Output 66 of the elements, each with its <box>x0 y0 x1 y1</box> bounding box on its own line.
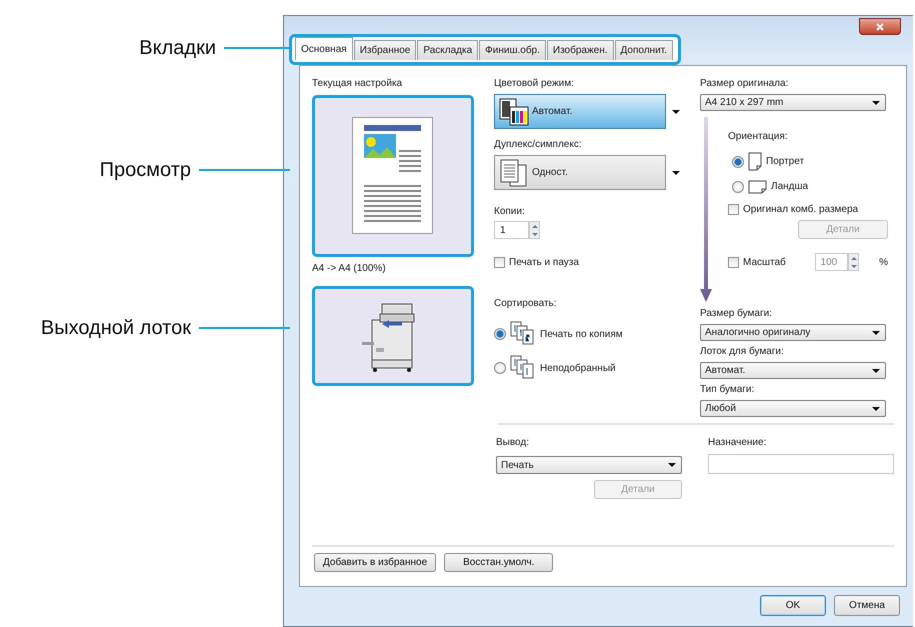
field-label: Размер бумаги: <box>700 307 773 321</box>
dialog-button[interactable]: Отмена <box>834 595 900 616</box>
collated-pages-icon <box>510 321 536 347</box>
radio-label: Печать по копиям <box>540 328 623 342</box>
output-dropdown[interactable]: Печать <box>496 456 682 474</box>
checkbox-label: Оригинал комб. размера <box>743 203 858 217</box>
radio-label: Ландша <box>771 180 808 194</box>
caret-icon <box>872 406 880 410</box>
paper-dropdown[interactable]: Любой <box>700 400 886 417</box>
close-button[interactable] <box>859 18 901 35</box>
callout-label: Вкладки <box>139 36 216 61</box>
radio-button[interactable] <box>732 156 744 168</box>
caret-icon <box>672 170 680 174</box>
footer-button[interactable]: Восстан.умолч. <box>444 553 554 572</box>
field-label: Ориентация: <box>728 130 789 144</box>
unit-label: % <box>879 256 888 270</box>
caret-icon <box>668 463 676 467</box>
dialog-button[interactable]: OK <box>760 595 826 616</box>
landscape-page-icon <box>748 180 767 194</box>
field-label: Размер оригинала: <box>700 77 790 91</box>
field-label: Вывод: <box>496 436 530 450</box>
caret-icon <box>872 330 880 334</box>
radio-button[interactable] <box>494 328 506 340</box>
caret-icon <box>672 110 680 114</box>
tab[interactable]: Раскладка <box>417 40 478 60</box>
spin-buttons[interactable] <box>847 253 860 271</box>
radio-label: Портрет <box>766 155 804 169</box>
radio-button[interactable] <box>732 180 744 192</box>
section-label: Текущая настройка <box>312 77 404 91</box>
footer-button[interactable]: Добавить в избранное <box>314 553 436 572</box>
destination-field[interactable] <box>708 454 894 474</box>
size-dropdown[interactable]: A4 210 x 297 mm <box>700 94 886 111</box>
tab[interactable]: Основная <box>295 37 353 60</box>
checkbox[interactable] <box>494 257 505 268</box>
checkbox-label: Масштаб <box>743 256 786 270</box>
checkbox[interactable] <box>728 204 739 215</box>
field-label: Копии: <box>494 205 526 219</box>
copies-field[interactable]: 1 <box>494 221 528 239</box>
tab[interactable]: Изображен. <box>546 40 614 60</box>
portrait-page-icon <box>748 152 762 171</box>
tab[interactable]: Финиш.обр. <box>479 40 546 60</box>
field-label: Назначение: <box>708 436 768 450</box>
close-icon <box>876 22 884 30</box>
spin-buttons[interactable] <box>528 221 540 239</box>
callout-label: Просмотр <box>100 158 191 183</box>
mode-dropdown[interactable]: Одност. <box>494 155 666 190</box>
paper-dropdown[interactable]: Аналогично оригиналу <box>700 324 886 341</box>
down-arrow-icon <box>700 117 712 302</box>
radio-label: Неподобранный <box>540 362 616 376</box>
stacked-pages-icon <box>510 355 536 381</box>
field-label: Дуплекс/симплекс: <box>494 138 583 152</box>
tab[interactable]: Дополнит. <box>614 40 673 60</box>
mode-dropdown[interactable]: Автомат. <box>494 94 666 129</box>
scale-caption: A4 -> A4 (100%) <box>312 262 387 276</box>
caret-icon <box>872 100 880 104</box>
radio-button[interactable] <box>494 362 506 374</box>
field-label: Тип бумаги: <box>700 383 756 397</box>
color-pages-icon <box>498 96 530 126</box>
field-label: Сортировать: <box>494 297 558 311</box>
field-label: Цветовой режим: <box>494 77 575 91</box>
field-label: Лоток для бумаги: <box>700 345 785 359</box>
caret-icon <box>872 368 880 372</box>
paper-dropdown[interactable]: Автомат. <box>700 362 886 379</box>
callout-label: Выходной лоток <box>40 316 191 341</box>
tab[interactable]: Избранное <box>354 40 416 60</box>
checkbox-label: Печать и пауза <box>509 256 579 270</box>
